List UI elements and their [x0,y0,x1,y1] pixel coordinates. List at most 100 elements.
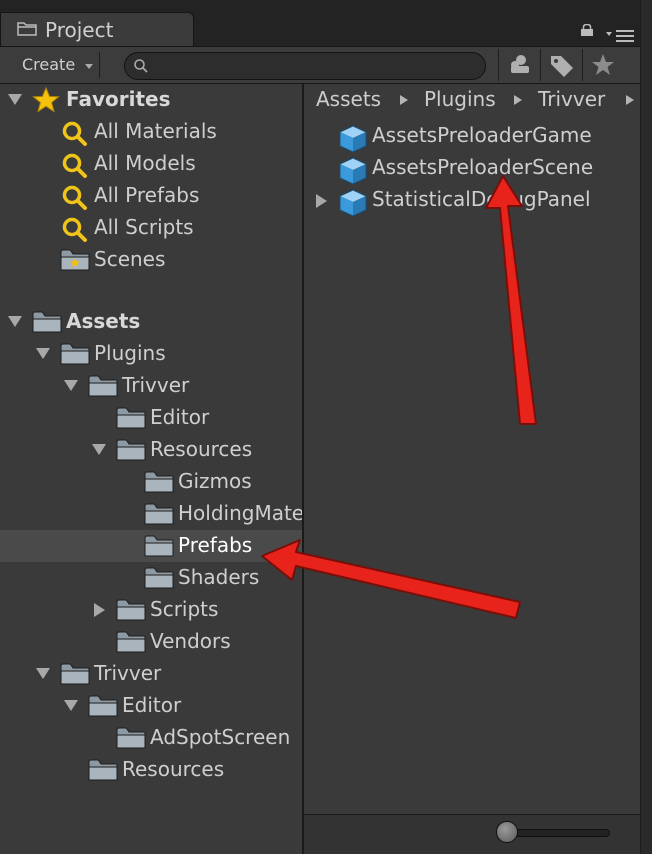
search-input[interactable] [153,55,473,77]
folder-icon [17,22,37,36]
folder-icon [60,663,90,685]
save-favorite-button[interactable] [582,49,622,81]
dropdown-arrow-icon [85,64,94,69]
expand-triangle-icon[interactable] [36,668,50,680]
folder-icon [116,439,146,461]
filter-by-label-button[interactable] [540,49,580,81]
folder-tree-panel: Favorites All Materials All Models All P… [0,84,302,854]
breadcrumb-item-plugins[interactable]: Plugins [424,87,496,111]
filter-type-icon [511,55,529,73]
tree-label: AdSpotScreen [150,725,291,749]
tree-item-all-scripts[interactable]: All Scripts [0,212,302,244]
tree-item-trivver-editor[interactable]: Editor [0,690,302,722]
asset-label: AssetsPreloaderScene [372,155,594,179]
asset-item-preloader-game[interactable]: AssetsPreloaderGame [304,120,640,152]
tree-item-all-models[interactable]: All Models [0,148,302,180]
favorite-folder-icon [60,249,90,271]
breadcrumb-item-trivver[interactable]: Trivver [538,87,605,111]
tree-item-scenes[interactable]: Scenes [0,244,302,276]
collapse-triangle-icon[interactable] [316,194,328,208]
tab-project[interactable]: Project [0,12,194,46]
tree-item-trivver[interactable]: Trivver [0,658,302,690]
breadcrumb-separator-icon [626,95,634,105]
search-filter-icon [62,185,88,211]
tree-label: Editor [150,405,210,429]
expand-triangle-icon[interactable] [36,348,50,360]
tree-label: Favorites [66,87,171,111]
tree-label: Vendors [150,629,231,653]
tree-item-prefabs[interactable]: Prefabs [0,530,302,562]
tree-item-all-materials[interactable]: All Materials [0,116,302,148]
tree-label: All Scripts [94,215,194,239]
expand-triangle-icon[interactable] [92,444,106,456]
tree-item-resources[interactable]: Resources [0,434,302,466]
search-box[interactable] [124,52,486,80]
tree-item-holding-materials[interactable]: HoldingMate [0,498,302,530]
tree-label: Resources [150,437,253,461]
tree-label: Trivver [122,373,190,397]
expand-triangle-icon[interactable] [8,94,22,106]
tree-item-scripts[interactable]: Scripts [0,594,302,626]
tree-item-favorites[interactable]: Favorites [0,84,302,116]
folder-icon [116,599,146,621]
prefab-cube-icon [338,188,368,218]
tree-label: Trivver [94,661,162,685]
folder-icon [116,727,146,749]
tab-menu-icon[interactable] [606,30,636,42]
asset-content-panel: Assets Plugins Trivver AssetsPreloaderGa… [304,84,640,814]
tab-title: Project [45,18,114,42]
tree-label: Scripts [150,597,219,621]
tree-item-plugins-trivver[interactable]: Trivver [0,370,302,402]
asset-item-statistical-debug-panel[interactable]: StatisticalDebugPanel [304,184,640,216]
tree-label: Scenes [94,247,166,271]
tree-label: Resources [122,757,225,781]
tree-item-shaders[interactable]: Shaders [0,562,302,594]
filter-by-type-button[interactable] [498,49,538,81]
folder-icon [88,375,118,397]
expand-triangle-icon[interactable] [8,316,22,328]
tree-item-plugins[interactable]: Plugins [0,338,302,370]
asset-item-preloader-scene[interactable]: AssetsPreloaderScene [304,152,640,184]
tab-strip: Project [0,0,652,46]
breadcrumb-separator-icon [514,95,522,105]
lock-icon[interactable] [580,24,594,36]
create-button[interactable]: Create [12,52,101,78]
zoom-slider-track[interactable] [504,829,610,837]
toolbar: Create [0,46,640,84]
folder-icon [116,631,146,653]
folder-icon [144,503,174,525]
breadcrumb-item-assets[interactable]: Assets [316,87,381,111]
tree-label: All Materials [94,119,217,143]
expand-triangle-icon[interactable] [64,700,78,712]
tree-item-adspot-screen[interactable]: AdSpotScreen [0,722,302,754]
tree-item-editor[interactable]: Editor [0,402,302,434]
tree-label: All Prefabs [94,183,200,207]
tag-icon [551,56,573,77]
search-filter-icon [62,217,88,243]
tree-item-trivver-resources[interactable]: Resources [0,754,302,786]
tree-item-vendors[interactable]: Vendors [0,626,302,658]
breadcrumb-separator-icon [400,95,408,105]
folder-icon [60,343,90,365]
prefab-cube-icon [338,156,368,186]
tree-label: Plugins [94,341,166,365]
tree-item-all-prefabs[interactable]: All Prefabs [0,180,302,212]
panel-edge [640,0,652,854]
tree-label: HoldingMate [178,501,302,525]
tree-item-gizmos[interactable]: Gizmos [0,466,302,498]
folder-icon [116,407,146,429]
star-icon [592,54,614,75]
tree-label: Assets [66,309,141,333]
expand-triangle-icon[interactable] [64,380,78,392]
folder-icon [144,471,174,493]
tree-label: Editor [122,693,182,717]
tree-label: All Models [94,151,196,175]
tree-label: Gizmos [178,469,252,493]
tree-label: Prefabs [178,533,253,557]
asset-label: AssetsPreloaderGame [372,123,592,147]
zoom-slider-handle[interactable] [496,821,518,843]
search-filter-icon [62,121,88,147]
collapse-triangle-icon[interactable] [94,603,106,617]
asset-label: StatisticalDebugPanel [372,187,591,211]
tree-item-assets[interactable]: Assets [0,306,302,338]
